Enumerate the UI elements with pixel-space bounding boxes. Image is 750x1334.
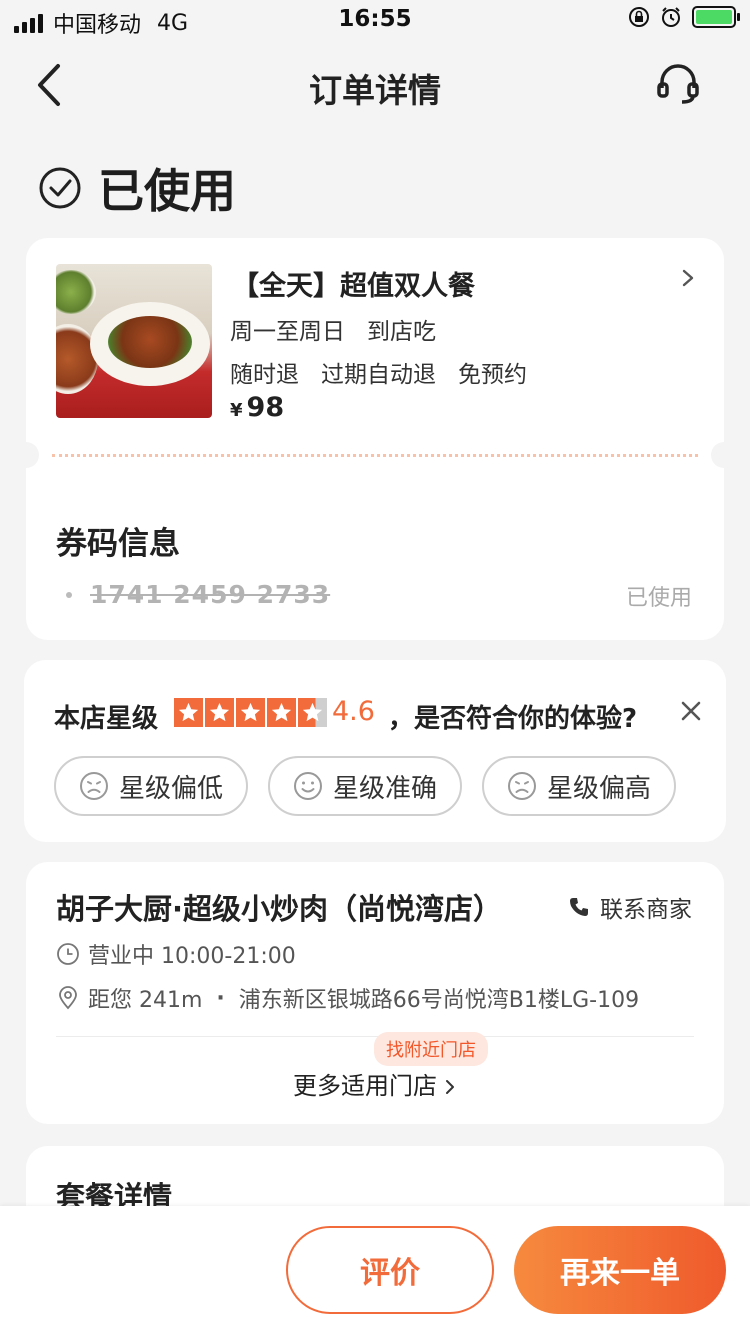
policy-tag: 随时退 — [230, 362, 299, 388]
coupon-section-title: 券码信息 — [56, 526, 180, 562]
coupon-status: 已使用 — [625, 586, 692, 611]
address-text: 浦东新区银城路66号尚悦湾B1楼LG-109 — [238, 988, 640, 1013]
distance-text: 距您 241m — [88, 988, 203, 1013]
deal-days: 周一至周日 — [230, 319, 345, 345]
divider — [56, 1036, 694, 1037]
rating-option-label: 星级偏低 — [118, 773, 223, 804]
star-icon — [205, 698, 234, 727]
policy-tag: 过期自动退 — [321, 362, 436, 388]
rotation-lock-icon — [629, 7, 649, 27]
order-status: 已使用 — [38, 155, 236, 221]
bottom-action-bar: 评价 再来一单 — [0, 1206, 750, 1334]
status-bar: 中国移动 4G 16:55 — [0, 0, 750, 40]
alarm-icon — [662, 7, 680, 27]
rating-label: 本店星级 — [54, 704, 159, 734]
deal-title[interactable]: 【全天】超值双人餐 — [232, 264, 475, 303]
more-stores-label: 更多适用门店 — [293, 1072, 437, 1100]
coupon-code: 1741 2459 2733 — [90, 580, 331, 609]
headset-icon[interactable] — [656, 62, 700, 106]
rating-card: 本店星级 4.6 ，是否符合你的体验? 星级偏低 星级准确 星级偏高 — [24, 660, 726, 842]
nearby-stores-badge: 找附近门店 — [374, 1032, 488, 1066]
dotted-divider — [52, 454, 698, 457]
policy-tag: 免预约 — [458, 362, 527, 388]
smile-face-icon — [293, 772, 322, 800]
review-button[interactable]: 评价 — [286, 1226, 494, 1314]
currency-symbol: ¥ — [230, 400, 243, 421]
deal-policies: 随时退 过期自动退 免预约 — [230, 355, 549, 389]
sad-face-icon — [507, 772, 536, 800]
star-icon — [236, 698, 265, 727]
sad-face-icon — [79, 772, 108, 800]
deal-dine-type: 到店吃 — [367, 319, 436, 345]
contact-merchant-button[interactable]: 联系商家 — [568, 890, 692, 924]
rating-question: ，是否符合你的体验? — [388, 704, 638, 734]
rating-option-label: 星级准确 — [332, 773, 437, 804]
deal-card: 【全天】超值双人餐 周一至周日 到店吃 随时退 过期自动退 免预约 ¥98 券码信息 … — [13, 238, 737, 640]
shop-hours: 营业中 10:00-21:00 — [56, 938, 296, 970]
rating-accurate-button[interactable]: 星级准确 — [268, 756, 462, 816]
dish-photo[interactable] — [56, 264, 212, 418]
chevron-right-icon[interactable] — [680, 268, 696, 288]
order-status-label: 已使用 — [98, 164, 236, 218]
page-title: 订单详情 — [309, 71, 441, 110]
hours-text: 营业中 10:00-21:00 — [88, 944, 296, 969]
rating-score: 4.6 — [332, 696, 375, 727]
shop-location[interactable]: 距您 241m · 浦东新区银城路66号尚悦湾B1楼LG-109 — [56, 982, 639, 1014]
star-rating — [174, 698, 327, 727]
deal-schedule: 周一至周日 到店吃 — [230, 312, 458, 346]
location-pin-icon — [59, 986, 77, 1010]
price-value: 98 — [246, 392, 285, 423]
rating-too-high-button[interactable]: 星级偏高 — [482, 756, 676, 816]
nav-bar: 订单详情 — [0, 40, 750, 130]
check-circle-icon — [39, 167, 81, 209]
contact-label: 联系商家 — [600, 897, 692, 923]
more-stores-link[interactable]: 更多适用门店 — [26, 1066, 724, 1101]
battery-icon — [692, 6, 740, 28]
shop-card: 胡子大厨·超级小炒肉（尚悦湾店） 联系商家 营业中 10:00-21:00 距您… — [26, 862, 724, 1124]
chevron-right-icon — [446, 1080, 454, 1094]
reorder-button[interactable]: 再来一单 — [514, 1226, 726, 1314]
deal-price: ¥98 — [230, 392, 284, 423]
close-icon[interactable] — [678, 698, 704, 724]
star-icon — [267, 698, 296, 727]
clock-icon — [57, 943, 79, 965]
rating-option-label: 星级偏高 — [546, 773, 651, 804]
rating-too-low-button[interactable]: 星级偏低 — [54, 756, 248, 816]
phone-icon — [570, 898, 588, 916]
shop-name[interactable]: 胡子大厨·超级小炒肉（尚悦湾店） — [56, 886, 502, 928]
star-icon — [174, 698, 203, 727]
half-star-icon — [298, 698, 327, 727]
